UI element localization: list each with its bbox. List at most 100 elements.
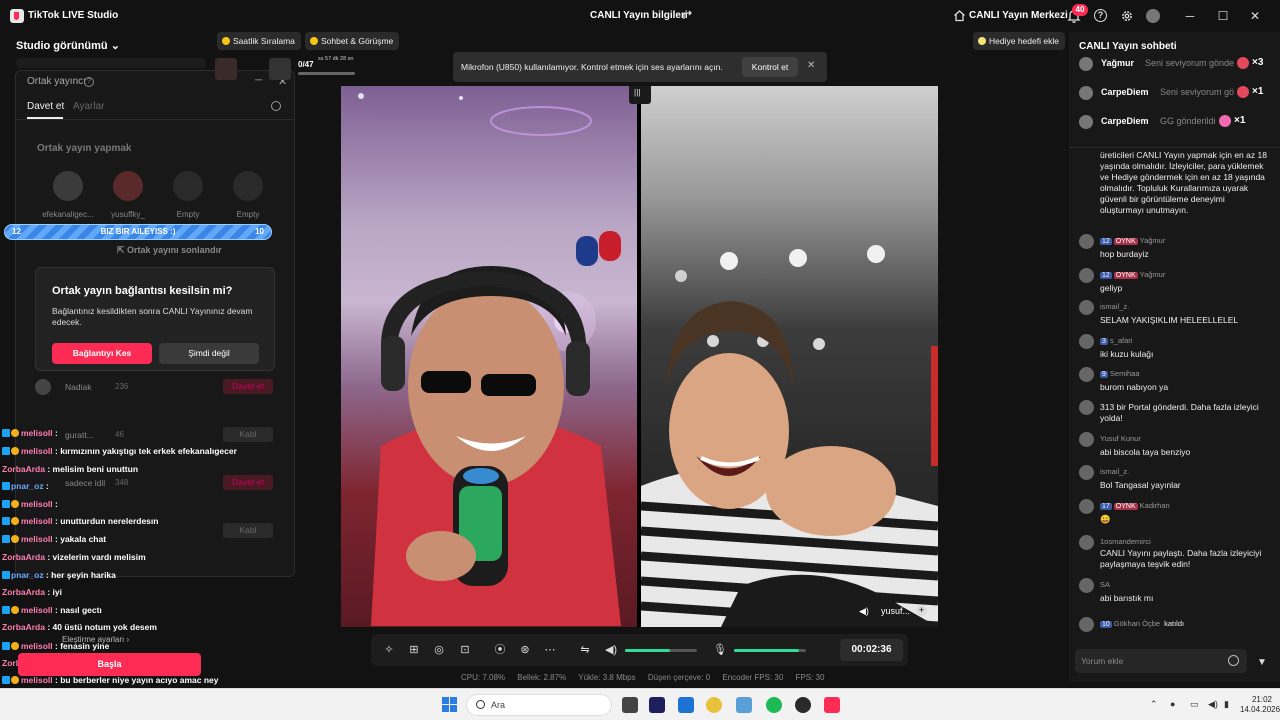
invite-button[interactable]: Davet et xyxy=(223,475,273,490)
chat-username[interactable]: melisoll xyxy=(21,516,53,526)
screen-share-icon[interactable]: ⊡ xyxy=(458,643,472,657)
studio-view-dropdown[interactable]: Studio görünümü ⌄ xyxy=(16,39,120,52)
outlook-icon[interactable] xyxy=(678,697,694,713)
invite-button[interactable]: Davet et xyxy=(223,379,273,394)
after-effects-icon[interactable] xyxy=(649,697,665,713)
live-info-title[interactable]: CANLI Yayın bilgileri xyxy=(590,10,688,21)
chat-username[interactable]: pnar_oz xyxy=(11,481,44,491)
message-username[interactable]: Kadirhan xyxy=(1140,501,1170,510)
avatar[interactable] xyxy=(1079,617,1094,632)
speaker-icon[interactable]: ◀) xyxy=(859,606,869,617)
chat-username[interactable]: pnar_oz xyxy=(11,570,44,580)
emoji-icon[interactable] xyxy=(1228,655,1239,666)
avatar[interactable] xyxy=(1079,268,1094,283)
chat-username[interactable]: melisoll xyxy=(21,675,53,685)
task-view-icon[interactable] xyxy=(622,697,638,713)
home-icon[interactable] xyxy=(953,9,966,22)
thumbnail[interactable] xyxy=(215,58,237,80)
avatar[interactable] xyxy=(1079,334,1094,349)
taskbar-search[interactable]: Ara xyxy=(466,694,612,716)
maximize-button[interactable]: ☐ xyxy=(1215,8,1231,24)
avatar[interactable] xyxy=(1079,432,1094,447)
minimize-button[interactable]: ─ xyxy=(1182,8,1198,24)
message-username[interactable]: ismail_z. xyxy=(1100,302,1129,311)
equalizer-icon[interactable]: ⇋ xyxy=(578,643,592,657)
gift-goal-chip[interactable]: Hediye hedefi ekle xyxy=(973,32,1065,50)
start-live-button[interactable]: Başla xyxy=(18,653,201,676)
network-icon[interactable]: ▭ xyxy=(1190,699,1199,710)
magic-wand-icon[interactable]: ✧ xyxy=(382,643,396,657)
speaker-icon[interactable]: ◀) xyxy=(604,643,618,657)
gear-icon[interactable] xyxy=(1120,9,1134,23)
avatar[interactable] xyxy=(1079,465,1094,480)
accept-button[interactable]: Kabl xyxy=(223,523,273,538)
help-icon[interactable]: ? xyxy=(1094,9,1107,22)
message-username[interactable]: Yağmur xyxy=(1140,236,1166,245)
thumbnail[interactable] xyxy=(269,58,291,80)
search-icon[interactable] xyxy=(271,101,281,111)
message-username[interactable]: Semihaa xyxy=(1110,369,1140,378)
chat-username[interactable]: melisoll xyxy=(21,428,53,438)
chrome-icon[interactable] xyxy=(706,697,722,713)
chat-username[interactable]: melisoll xyxy=(21,499,53,509)
message-username[interactable]: 1osmandemirci xyxy=(1100,537,1151,546)
microphone-tray-icon[interactable]: ● xyxy=(1170,699,1175,709)
mic-volume-slider[interactable] xyxy=(734,649,806,652)
filter-icon[interactable]: ▼ xyxy=(1257,657,1267,668)
avatar[interactable] xyxy=(1079,535,1094,550)
message-username[interactable]: ismail_z. xyxy=(1100,467,1129,476)
chat-username[interactable]: ZorbaArda xyxy=(2,464,45,474)
not-now-button[interactable]: Şimdi değil xyxy=(159,343,259,364)
feedback-settings-link[interactable]: Eleştirme ayarları › xyxy=(62,635,129,644)
close-icon[interactable]: ✕ xyxy=(807,60,815,71)
app-icon[interactable] xyxy=(795,697,811,713)
speaker-volume-slider[interactable] xyxy=(625,649,697,652)
end-cohost-button[interactable]: ⇱ Ortak yayını sonlandır xyxy=(117,245,222,256)
capture-icon[interactable]: ⊛ xyxy=(518,643,532,657)
chat-username[interactable]: melisoll xyxy=(21,641,53,651)
battery-icon[interactable]: ▮ xyxy=(1224,699,1229,710)
chat-username[interactable]: ZorbaArda xyxy=(2,552,45,562)
chat-username[interactable]: ZorbaArda xyxy=(2,587,45,597)
check-button[interactable]: Kontrol et xyxy=(742,57,798,77)
windows-start-icon[interactable] xyxy=(442,697,457,712)
chat-username[interactable]: melisoll xyxy=(21,446,53,456)
close-window-button[interactable]: ✕ xyxy=(1247,8,1263,24)
settings-app-icon[interactable] xyxy=(736,697,752,713)
live-center-link[interactable]: CANLI Yayın Merkezi xyxy=(969,10,1068,21)
hourly-ranking-chip[interactable]: Saatlik Sıralama xyxy=(217,32,301,50)
accept-button[interactable]: Kabl xyxy=(223,427,273,442)
chat-meet-chip[interactable]: Sohbet & Görüşme xyxy=(305,32,400,50)
empty-slot[interactable] xyxy=(173,171,203,201)
message-username[interactable]: Yağmur xyxy=(1140,270,1166,279)
message-username[interactable]: s_afari xyxy=(1110,336,1133,345)
cohost-avatar[interactable] xyxy=(53,171,83,201)
spotify-icon[interactable] xyxy=(766,697,782,713)
chat-username[interactable]: melisoll xyxy=(21,605,53,615)
chat-username[interactable]: ZorbaArda xyxy=(2,622,45,632)
record-icon[interactable]: ⦿ xyxy=(493,643,507,657)
tiktok-live-studio-icon[interactable] xyxy=(824,697,840,713)
layout-handle-icon[interactable] xyxy=(629,86,651,104)
profile-avatar[interactable] xyxy=(1146,9,1160,23)
more-icon[interactable]: ⋯ xyxy=(543,643,557,657)
clock[interactable]: 21:02 14.04.2026 xyxy=(1240,695,1280,715)
avatar[interactable] xyxy=(1079,300,1094,315)
empty-slot[interactable] xyxy=(233,171,263,201)
tab-settings[interactable]: Ayarlar xyxy=(73,101,105,112)
microphone-icon[interactable]: 🎙 xyxy=(713,643,727,657)
chat-username[interactable]: melisoll xyxy=(21,534,53,544)
tray-chevron-icon[interactable]: ⌃ xyxy=(1150,699,1158,710)
ai-icon[interactable]: ◎ xyxy=(432,643,446,657)
disconnect-button[interactable]: Bağlantıyı Kes xyxy=(52,343,152,364)
add-icon[interactable]: + xyxy=(916,605,927,616)
avatar[interactable] xyxy=(1079,234,1094,249)
cohost-avatar[interactable] xyxy=(113,171,143,201)
volume-icon[interactable]: ◀) xyxy=(1208,699,1218,710)
share-icon[interactable] xyxy=(682,9,694,21)
message-username[interactable]: Yusuf Kunur xyxy=(1100,434,1141,443)
avatar[interactable] xyxy=(1079,400,1094,415)
comment-input[interactable]: Yorum ekle xyxy=(1075,649,1247,673)
avatar[interactable] xyxy=(1079,499,1094,514)
layout-icon[interactable]: ⊞ xyxy=(407,643,421,657)
